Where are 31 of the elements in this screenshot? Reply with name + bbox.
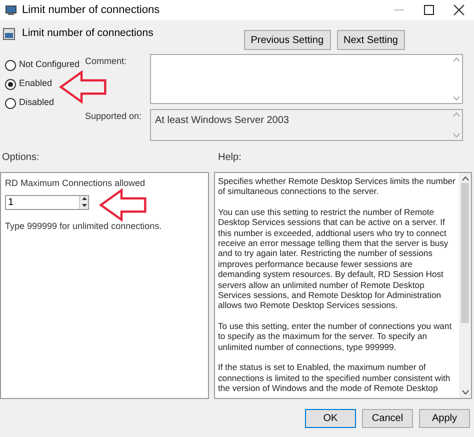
help-paragraph: If the status is set to Enabled, the maximum number of connections is limited to the specified number consistent with the version of Windows and the mode of Remote Desktop: [218, 362, 452, 394]
supported-field: At least Windows Server 2003: [150, 109, 463, 141]
options-label: Options:: [2, 151, 40, 165]
help-label: Help:: [218, 151, 242, 165]
comment-label: Comment:: [85, 55, 128, 68]
help-paragraph: Specifies whether Remote Desktop Services limits the number of simultaneous connections to the server.: [218, 176, 456, 197]
radio-option[interactable]: Disabled: [5, 97, 54, 109]
dialog-button[interactable]: Cancel: [362, 409, 413, 428]
nav-button[interactable]: Previous Setting: [244, 30, 331, 50]
spin-buttons[interactable]: [79, 196, 88, 208]
dialog-button[interactable]: Apply: [419, 409, 470, 428]
hint-text: Type 999999 for unlimited connections.: [5, 220, 163, 233]
policy-icon: [3, 28, 15, 40]
help-paragraph: To use this setting, enter the number of connections you want to specify as the maximum for the server. To specify an unlimited number of connections, type 999999.: [218, 320, 453, 352]
scrollbar-thumb[interactable]: [461, 183, 469, 323]
nav-button[interactable]: Next Setting: [336, 30, 405, 50]
radio-option[interactable]: Not Configured: [5, 59, 80, 71]
field-label: RD Maximum Connections allowed: [5, 177, 146, 190]
help-paragraph: You can use this setting to restrict the number of Remote Desktop Services sessions that can be active on a server. If this number is exceeded, addtional users who try to connect receive an error message telling them that the server is busy and to try again later. Restricting the number of sessions improves performance because fewer sessions are demanding system resources. By default, RD Session Host servers allow an unlimited number of Remote Desktop Services sessions, and Remote Desktop for Administration allows two Remote Desktop Services sessions.: [218, 206, 450, 311]
connections-spin-field[interactable]: 1: [5, 194, 89, 210]
dialog-button[interactable]: OK: [305, 409, 356, 428]
scrollbar[interactable]: [459, 173, 471, 398]
window-app-icon: [5, 4, 17, 16]
window-title: Limit number of connections: [22, 2, 160, 18]
radio-option[interactable]: Enabled: [5, 78, 52, 90]
supported-label: Supported on:: [85, 110, 143, 123]
arrow-annotation: [98, 188, 148, 222]
scroll-down-icon[interactable]: [462, 390, 468, 395]
scroll-up-icon[interactable]: [462, 176, 468, 181]
arrow-annotation: [58, 70, 108, 104]
setting-title: Limit number of connections: [22, 26, 154, 41]
